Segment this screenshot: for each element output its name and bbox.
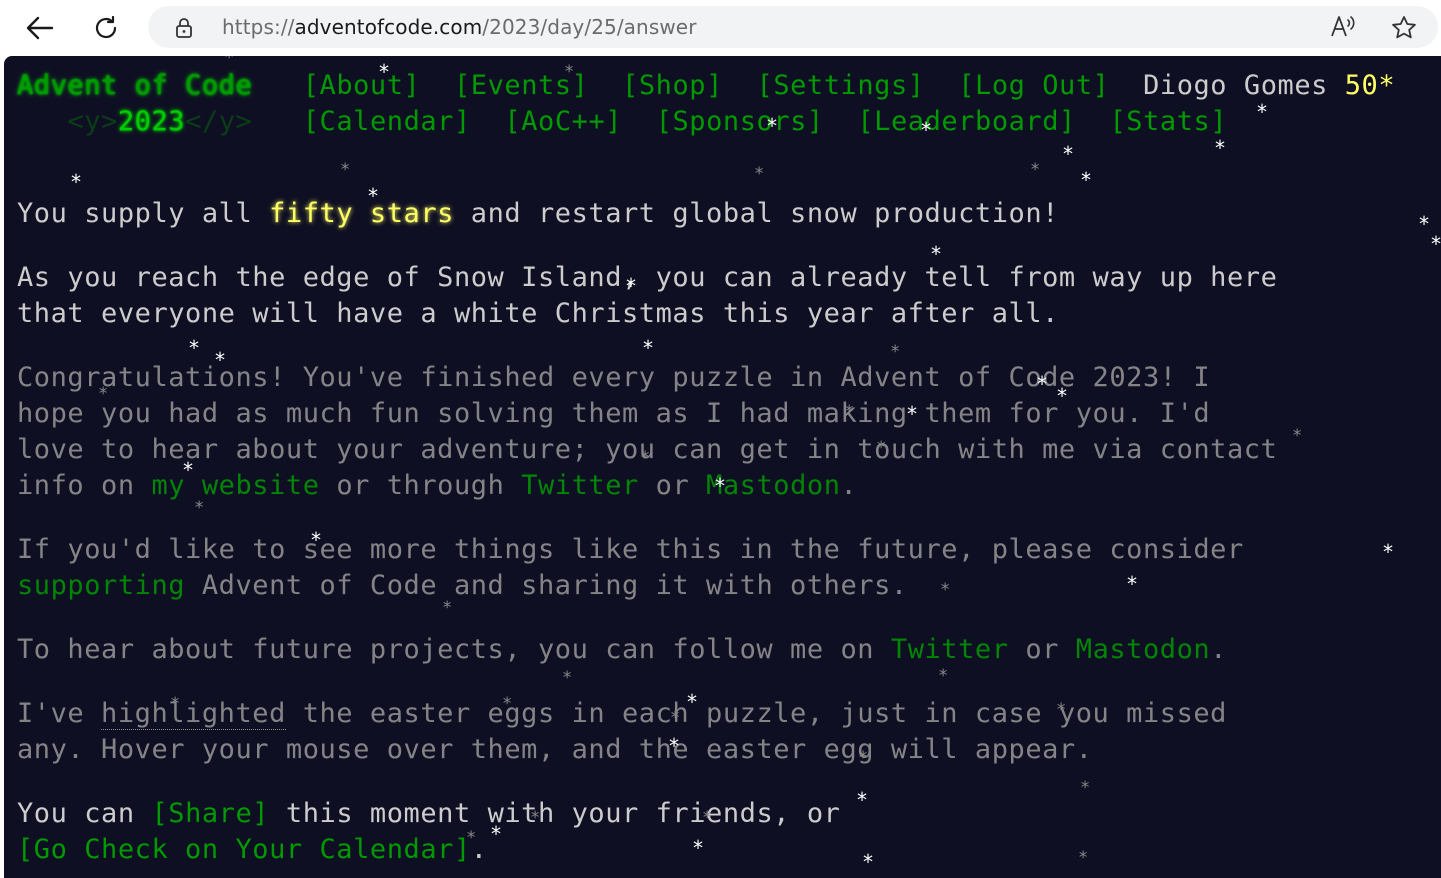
snowflake-icon: * xyxy=(938,666,949,686)
nav-stats[interactable]: [Stats] xyxy=(1109,106,1227,137)
go-check-calendar-link[interactable]: [Go Check on Your Calendar] xyxy=(17,834,471,865)
url-text[interactable]: https://adventofcode.com/2023/day/25/ans… xyxy=(222,15,697,39)
supporting-link[interactable]: supporting xyxy=(17,570,185,601)
easter-egg-line-1: I've highlighted the easter eggs in each… xyxy=(17,698,1227,730)
follow-line: To hear about future projects, you can f… xyxy=(17,634,1227,665)
snowflake-icon: * xyxy=(194,498,205,518)
share-line: You can [Share] this moment with your fr… xyxy=(17,798,840,829)
nav-aocplusplus[interactable]: [AoC++] xyxy=(504,106,622,137)
back-arrow-icon[interactable] xyxy=(20,8,60,48)
snowflake-icon: * xyxy=(562,668,573,688)
snowflake-icon: * xyxy=(224,56,235,68)
nav-shop[interactable]: [Shop] xyxy=(622,70,723,101)
snowflake-icon: * xyxy=(188,336,201,360)
year-tag-close: </y> xyxy=(185,106,253,137)
text: info on xyxy=(17,470,152,501)
share-link[interactable]: [Share] xyxy=(151,798,269,829)
snowflake-icon: * xyxy=(1062,142,1075,166)
refresh-icon[interactable] xyxy=(86,8,126,48)
snowflake-icon: * xyxy=(442,598,453,618)
url-scheme: https:// xyxy=(222,15,295,39)
nav-events[interactable]: [Events] xyxy=(454,70,588,101)
congrats-line-4: info on my website or through Twitter or… xyxy=(17,470,857,501)
snowflake-icon: * xyxy=(890,342,901,362)
nav-calendar[interactable]: [Calendar] xyxy=(303,106,471,137)
snowflake-icon: * xyxy=(340,160,351,180)
site-title-link[interactable]: Advent of Code xyxy=(17,70,252,101)
nav-settings[interactable]: [Settings] xyxy=(757,70,925,101)
congrats-line-1: Congratulations! You've finished every p… xyxy=(17,362,1211,393)
text: and restart global snow production! xyxy=(453,198,1059,229)
highlighted-easter-egg[interactable]: highlighted xyxy=(101,698,286,730)
advent-page: Advent of Code [About] [Events] [Shop] [… xyxy=(4,56,1441,878)
text: To hear about future projects, you can f… xyxy=(17,634,891,665)
fifty-stars-text: fifty stars xyxy=(269,198,454,229)
text: or xyxy=(1008,634,1076,665)
twitter-link[interactable]: Twitter xyxy=(521,470,639,501)
nav-log-out[interactable]: [Log Out] xyxy=(958,70,1109,101)
url-host: adventofcode.com xyxy=(294,15,483,39)
congrats-line-2: hope you had as much fun solving them as… xyxy=(17,398,1211,429)
mastodon-link[interactable]: Mastodon xyxy=(706,470,840,501)
snowflake-icon: * xyxy=(1256,100,1269,124)
year-link[interactable]: <y>2023</y> xyxy=(67,106,252,137)
nav-leaderboard[interactable]: [Leaderboard] xyxy=(857,106,1075,137)
lock-icon[interactable] xyxy=(174,17,194,38)
snowflake-icon: * xyxy=(754,164,765,184)
text: I've xyxy=(17,698,102,729)
address-bar[interactable]: https://adventofcode.com/2023/day/25/ans… xyxy=(148,6,1438,48)
congrats-line-3: love to hear about your adventure; you c… xyxy=(17,434,1278,465)
year-number: 2023 xyxy=(117,106,186,137)
paragraph-fifty-stars: You supply all fifty stars and restart g… xyxy=(17,198,1059,229)
nav-about[interactable]: [About] xyxy=(303,70,421,101)
favorite-star-icon[interactable] xyxy=(1390,14,1418,42)
text: or through xyxy=(319,470,522,501)
paragraph-snow-island-1: As you reach the edge of Snow Island, yo… xyxy=(17,262,1278,293)
text: . xyxy=(840,470,858,501)
easter-egg-line-2: any. Hover your mouse over them, and the… xyxy=(17,734,1093,765)
snowflake-icon: * xyxy=(1292,426,1303,446)
snowflake-icon: * xyxy=(1430,234,1441,254)
snowflake-icon: * xyxy=(1030,160,1041,180)
mastodon-follow-link[interactable]: Mastodon xyxy=(1076,634,1210,665)
support-line-2: supporting Advent of Code and sharing it… xyxy=(17,570,908,601)
calendar-line: [Go Check on Your Calendar]. xyxy=(17,834,488,865)
snowflake-icon: * xyxy=(70,170,83,194)
snowflake-icon: * xyxy=(1078,848,1089,868)
snowflake-icon: * xyxy=(1382,540,1395,564)
header-row-2: <y>2023</y> [Calendar] [AoC++] [Sponsors… xyxy=(17,106,1227,137)
snowflake-icon: * xyxy=(1418,212,1431,236)
twitter-follow-link[interactable]: Twitter xyxy=(891,634,1009,665)
snowflake-icon: * xyxy=(856,788,869,812)
text: . xyxy=(470,834,488,865)
snowflake-icon: * xyxy=(862,850,875,874)
text: Advent of Code and sharing it with other… xyxy=(185,570,908,601)
text: You can xyxy=(17,798,152,829)
my-website-link[interactable]: my website xyxy=(151,470,319,501)
snowflake-icon: * xyxy=(1126,572,1139,596)
year-tag-open: <y> xyxy=(67,106,118,137)
text: or xyxy=(638,470,707,501)
paragraph-snow-island-2: that everyone will have a white Christma… xyxy=(17,298,1059,329)
snowflake-icon: * xyxy=(692,836,705,860)
snowflake-icon: * xyxy=(642,336,655,360)
snowflake-icon: * xyxy=(930,242,943,266)
snowflake-icon: * xyxy=(1080,168,1093,192)
read-aloud-icon[interactable] xyxy=(1330,14,1358,40)
snowflake-icon: * xyxy=(940,580,951,600)
support-line-1: If you'd like to see more things like th… xyxy=(17,534,1244,565)
text: You supply all xyxy=(17,198,270,229)
text: this moment with your friends, or xyxy=(269,798,841,829)
snowflake-icon: * xyxy=(1214,136,1227,160)
header-row-1: Advent of Code [About] [Events] [Shop] [… xyxy=(17,70,1395,101)
text: the easter eggs in each puzzle, just in … xyxy=(285,698,1227,729)
nav-sponsors[interactable]: [Sponsors] xyxy=(656,106,824,137)
snowflake-icon: * xyxy=(1080,778,1091,798)
user-name: Diogo Gomes xyxy=(1143,70,1328,101)
text: . xyxy=(1210,634,1228,665)
star-count: 50* xyxy=(1344,70,1396,101)
browser-toolbar: https://adventofcode.com/2023/day/25/ans… xyxy=(0,0,1441,56)
url-path: /2023/day/25/answer xyxy=(482,15,697,39)
